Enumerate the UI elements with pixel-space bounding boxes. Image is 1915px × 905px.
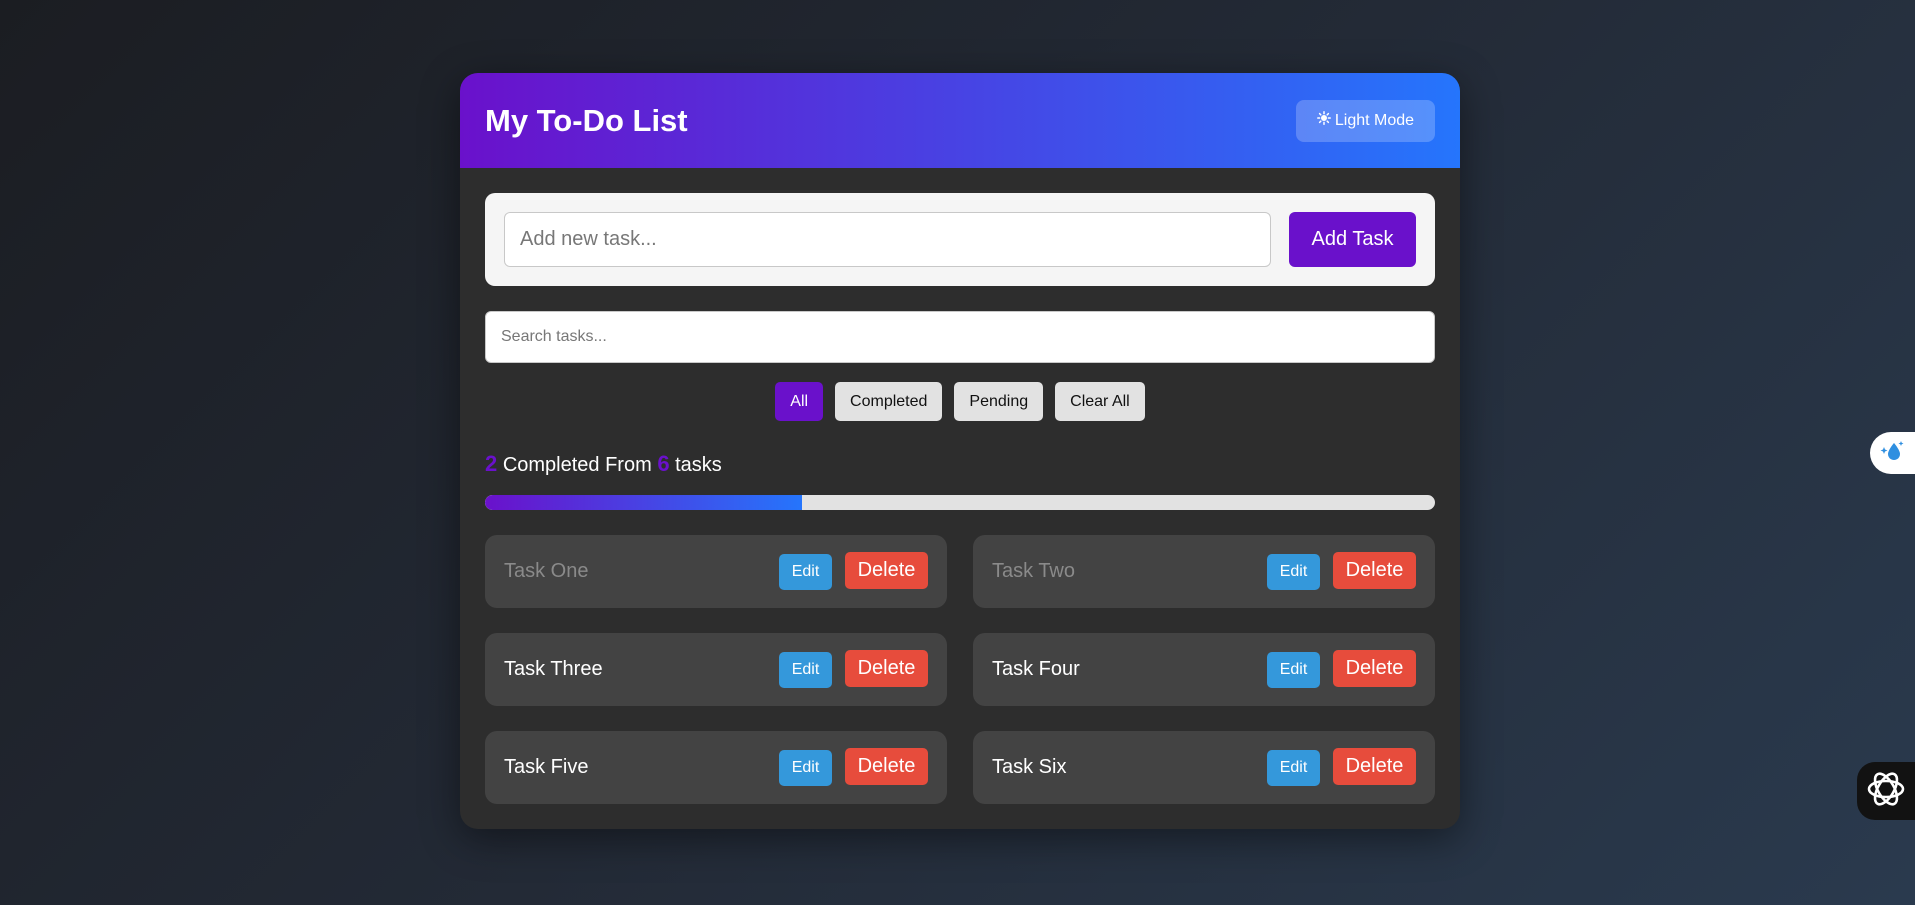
task-name: Task Five [504, 756, 589, 778]
task-actions: Edit Delete [1267, 649, 1416, 688]
stats-suffix: tasks [675, 454, 722, 476]
task-name: Task Six [992, 756, 1067, 778]
edit-button[interactable]: Edit [779, 553, 832, 590]
todo-app: My To-Do List Light Mode Add new task...… [460, 73, 1460, 829]
task-item[interactable]: Task One Edit Delete [485, 535, 947, 608]
task-name: Task Four [992, 658, 1080, 680]
light-mode-label: Light Mode [1334, 111, 1415, 129]
stats-between-text: Completed From [502, 454, 652, 476]
progress-bar-fill [485, 495, 802, 510]
task-actions: Edit Delete [1267, 747, 1416, 786]
new-task-input[interactable] [504, 212, 1271, 267]
filter-pending-button[interactable]: Pending [954, 382, 1044, 421]
delete-button[interactable]: Delete [1333, 649, 1416, 687]
sun-icon [1316, 111, 1331, 130]
task-actions: Edit Delete [779, 551, 928, 590]
delete-button[interactable]: Delete [845, 649, 928, 687]
task-name: Task One [504, 560, 589, 582]
edit-button[interactable]: Edit [1267, 749, 1320, 786]
task-actions: Edit Delete [779, 747, 928, 786]
task-stats: 2 Completed From 6 tasks [485, 451, 1435, 477]
progress-bar [485, 495, 1435, 510]
edit-button[interactable]: Edit [779, 749, 832, 786]
delete-button[interactable]: Delete [845, 747, 928, 785]
task-actions: Edit Delete [1267, 551, 1416, 590]
assistant-tab[interactable] [1857, 762, 1915, 820]
edit-button[interactable]: Edit [779, 651, 832, 688]
task-item[interactable]: Task Two Edit Delete [973, 535, 1435, 608]
completed-count: 2 [485, 451, 498, 476]
delete-button[interactable]: Delete [845, 551, 928, 589]
add-task-panel: Add Task [485, 193, 1435, 286]
task-name: Task Two [992, 560, 1075, 582]
task-item[interactable]: Task Five Edit Delete [485, 731, 947, 804]
delete-button[interactable]: Delete [1333, 747, 1416, 785]
clear-all-button[interactable]: Clear All [1055, 382, 1145, 421]
total-count: 6 [657, 451, 670, 476]
search-input[interactable] [485, 311, 1435, 363]
light-mode-toggle-button[interactable]: Light Mode [1296, 99, 1435, 142]
task-item[interactable]: Task Six Edit Delete [973, 731, 1435, 804]
task-item[interactable]: Task Three Edit Delete [485, 633, 947, 706]
filter-all-button[interactable]: All [775, 382, 824, 421]
task-item[interactable]: Task Four Edit Delete [973, 633, 1435, 706]
ai-assistant-icon [1863, 766, 1909, 817]
filter-bar: All Completed Pending Clear All [485, 382, 1435, 421]
task-list: Task One Edit Delete Task Two Edit Delet… [485, 535, 1435, 804]
edit-button[interactable]: Edit [1267, 651, 1320, 688]
task-actions: Edit Delete [779, 649, 928, 688]
delete-button[interactable]: Delete [1333, 551, 1416, 589]
app-content: Add Task All Completed Pending Clear All… [460, 168, 1460, 804]
page-title: My To-Do List [485, 102, 688, 138]
edit-button[interactable]: Edit [1267, 553, 1320, 590]
app-header: My To-Do List Light Mode [460, 73, 1460, 168]
extension-tab[interactable] [1870, 432, 1915, 474]
water-drop-sparkle-icon [1879, 437, 1907, 470]
task-name: Task Three [504, 658, 603, 680]
filter-completed-button[interactable]: Completed [835, 382, 943, 421]
add-task-button[interactable]: Add Task [1289, 212, 1416, 267]
